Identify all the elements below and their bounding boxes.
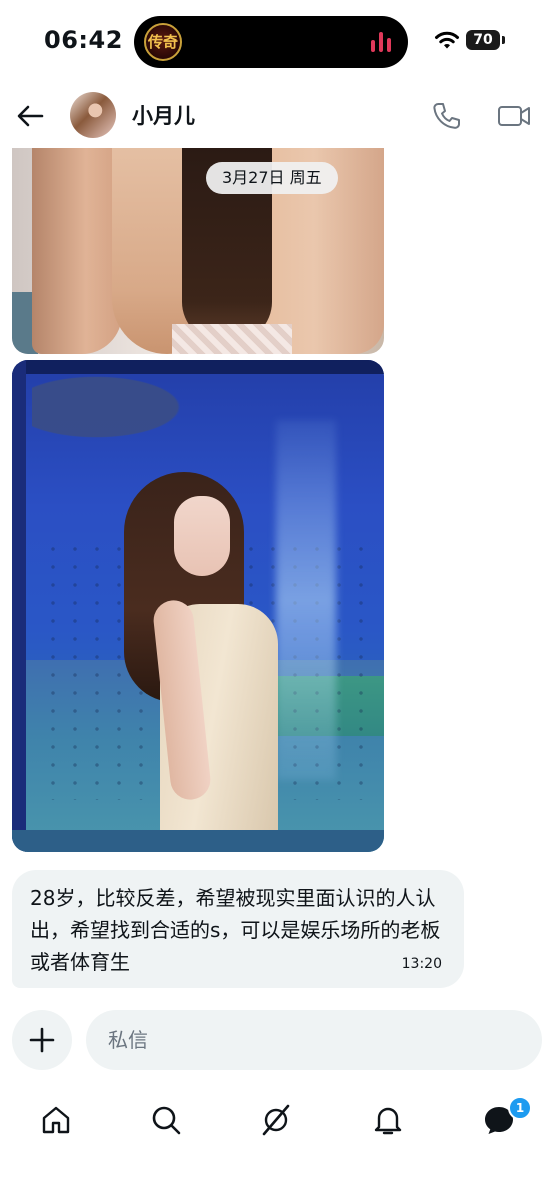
photo-background bbox=[276, 420, 336, 780]
date-separator: 3月27日 周五 bbox=[206, 162, 338, 194]
incoming-message-bubble[interactable]: 28岁，比较反差，希望被现实里面认识的人认出，希望找到合适的s，可以是娱乐场所的… bbox=[12, 870, 464, 988]
photo-subject bbox=[174, 496, 230, 576]
photo-background bbox=[12, 830, 384, 852]
photo-background bbox=[32, 372, 192, 442]
add-attachment-button[interactable] bbox=[12, 1010, 72, 1070]
nav-home[interactable] bbox=[34, 1098, 78, 1142]
photo-detail bbox=[172, 324, 292, 354]
message-timestamp: 13:20 bbox=[401, 956, 442, 972]
bell-icon bbox=[374, 1107, 402, 1135]
contact-name[interactable]: 小月儿 bbox=[132, 100, 195, 130]
message-thread[interactable]: 3月27日 周五 28岁，比较反差，希望被现实里面认识的人认出，希望找到合适的s… bbox=[0, 148, 554, 998]
audio-bars-icon bbox=[371, 32, 391, 52]
back-arrow-icon[interactable] bbox=[12, 98, 48, 134]
conversation-header: 小月儿 bbox=[0, 84, 554, 148]
home-icon bbox=[42, 1106, 70, 1134]
plus-icon bbox=[29, 1027, 55, 1053]
video-call-icon[interactable] bbox=[496, 100, 532, 132]
search-icon bbox=[152, 1106, 181, 1135]
nav-notifications[interactable] bbox=[366, 1098, 410, 1142]
status-time: 06:42 bbox=[44, 26, 123, 54]
wifi-icon bbox=[435, 31, 459, 49]
battery-cap bbox=[502, 36, 505, 44]
direct-message-input[interactable] bbox=[86, 1010, 542, 1070]
messages-badge: 1 bbox=[508, 1096, 532, 1120]
message-composer bbox=[0, 1008, 554, 1076]
bottom-navigation: 1 bbox=[0, 1086, 554, 1158]
status-bar: 06:42 传奇 70 bbox=[0, 0, 554, 84]
dynamic-island[interactable]: 传奇 bbox=[134, 16, 408, 68]
photo-background bbox=[12, 360, 384, 374]
nav-grok[interactable] bbox=[254, 1098, 298, 1142]
photo-background bbox=[12, 360, 26, 852]
nav-search[interactable] bbox=[144, 1098, 188, 1142]
message-text: 28岁，比较反差，希望被现实里面认识的人认出，希望找到合适的s，可以是娱乐场所的… bbox=[30, 886, 441, 974]
home-indicator-area bbox=[0, 1162, 554, 1200]
battery-indicator: 70 bbox=[466, 30, 500, 50]
live-activity-app-icon: 传奇 bbox=[144, 23, 182, 61]
grok-icon bbox=[262, 1104, 290, 1136]
photo-message[interactable] bbox=[12, 360, 384, 852]
contact-avatar[interactable] bbox=[70, 92, 116, 138]
photo-detail bbox=[32, 148, 122, 354]
phone-call-icon[interactable] bbox=[430, 100, 462, 132]
